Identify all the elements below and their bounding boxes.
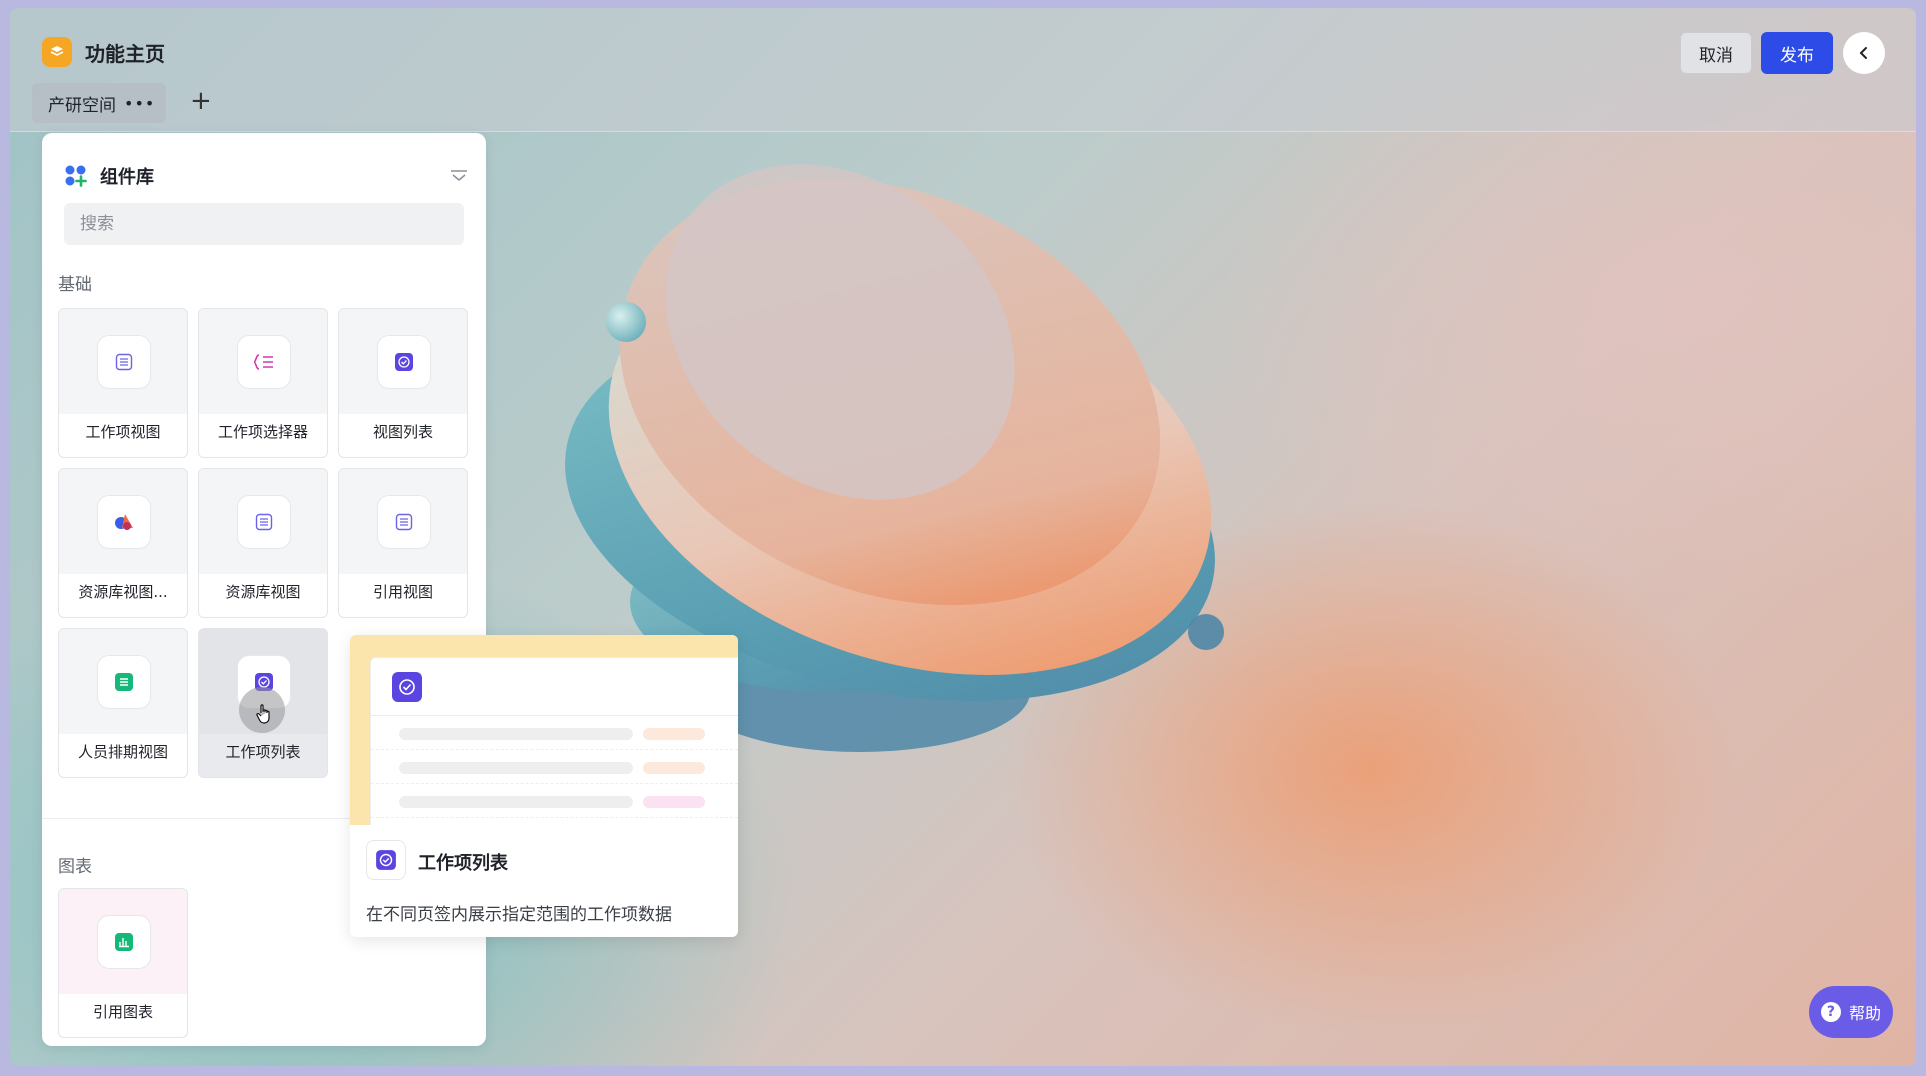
panel-header: 组件库 <box>64 163 154 189</box>
popover-preview <box>350 635 738 825</box>
list-doc-icon <box>237 495 291 549</box>
component-card-label: 资源库视图 <box>225 583 301 601</box>
preview-row <box>371 784 738 818</box>
tab-space[interactable]: 产研空间 ••• <box>32 83 166 123</box>
component-card-label: 工作项选择器 <box>217 423 308 441</box>
check-badge-icon <box>377 335 431 389</box>
component-card-label: 工作项视图 <box>85 423 161 441</box>
help-label: 帮助 <box>1848 1004 1881 1023</box>
component-card-label: 资源库视图... <box>78 583 168 601</box>
publish-button[interactable]: 发布 <box>1761 32 1833 74</box>
panel-title: 组件库 <box>100 167 154 188</box>
chevron-left-icon[interactable] <box>1843 32 1885 74</box>
cancel-button[interactable]: 取消 <box>1680 32 1752 74</box>
component-card-label: 引用图表 <box>92 1003 153 1021</box>
popover-description: 在不同页签内展示指定范围的工作项数据 <box>366 905 672 925</box>
component-card-label: 工作项列表 <box>225 743 301 761</box>
question-icon: ? <box>1820 1002 1841 1022</box>
list-doc-icon <box>97 335 151 389</box>
component-card[interactable]: 资源库视图... <box>58 468 188 618</box>
component-card[interactable]: 资源库视图 <box>198 468 328 618</box>
check-badge-icon <box>392 671 422 702</box>
list-select-icon <box>237 335 291 389</box>
add-tab-plus-icon[interactable]: + <box>190 88 212 114</box>
more-dots-icon[interactable]: ••• <box>124 94 155 113</box>
help-button[interactable]: ? 帮助 <box>1809 986 1893 1038</box>
collapse-panel-icon[interactable] <box>450 169 468 183</box>
component-preview-popover: 工作项列表 在不同页签内展示指定范围的工作项数据 <box>350 635 738 937</box>
table-green-icon <box>97 655 151 709</box>
list-doc-icon <box>377 495 431 549</box>
preview-row <box>371 716 738 750</box>
component-card-hovered[interactable]: 工作项列表 <box>198 628 328 778</box>
component-card-label: 引用视图 <box>372 583 433 601</box>
component-card-label: 人员排期视图 <box>77 743 168 761</box>
chart-green-icon <box>97 915 151 969</box>
page-title: 功能主页 <box>85 42 165 66</box>
component-card[interactable]: 工作项选择器 <box>198 308 328 458</box>
component-card[interactable]: 视图列表 <box>338 308 468 458</box>
search-input[interactable] <box>64 203 464 245</box>
components-icon <box>65 165 87 187</box>
shapes-icon <box>97 495 151 549</box>
component-card[interactable]: 人员排期视图 <box>58 628 188 778</box>
popover-title: 工作项列表 <box>418 853 508 874</box>
component-card[interactable]: 引用视图 <box>338 468 468 618</box>
component-card-label: 视图列表 <box>372 423 433 441</box>
component-card[interactable]: 引用图表 <box>58 888 188 1038</box>
component-card[interactable]: 工作项视图 <box>58 308 188 458</box>
check-badge-icon <box>366 840 406 880</box>
top-bar: 功能主页 产研空间 ••• + 取消 发布 <box>10 8 1916 132</box>
tab-space-label: 产研空间 <box>48 95 116 116</box>
app-window: 功能主页 产研空间 ••• + 取消 发布 组件库 基础 <box>10 8 1916 1066</box>
preview-card <box>370 657 738 825</box>
preview-row <box>371 750 738 784</box>
section-label-charts: 图表 <box>58 857 92 877</box>
app-logo-icon <box>42 37 72 67</box>
hand-cursor-icon <box>256 704 270 724</box>
section-label-basic: 基础 <box>58 275 92 295</box>
